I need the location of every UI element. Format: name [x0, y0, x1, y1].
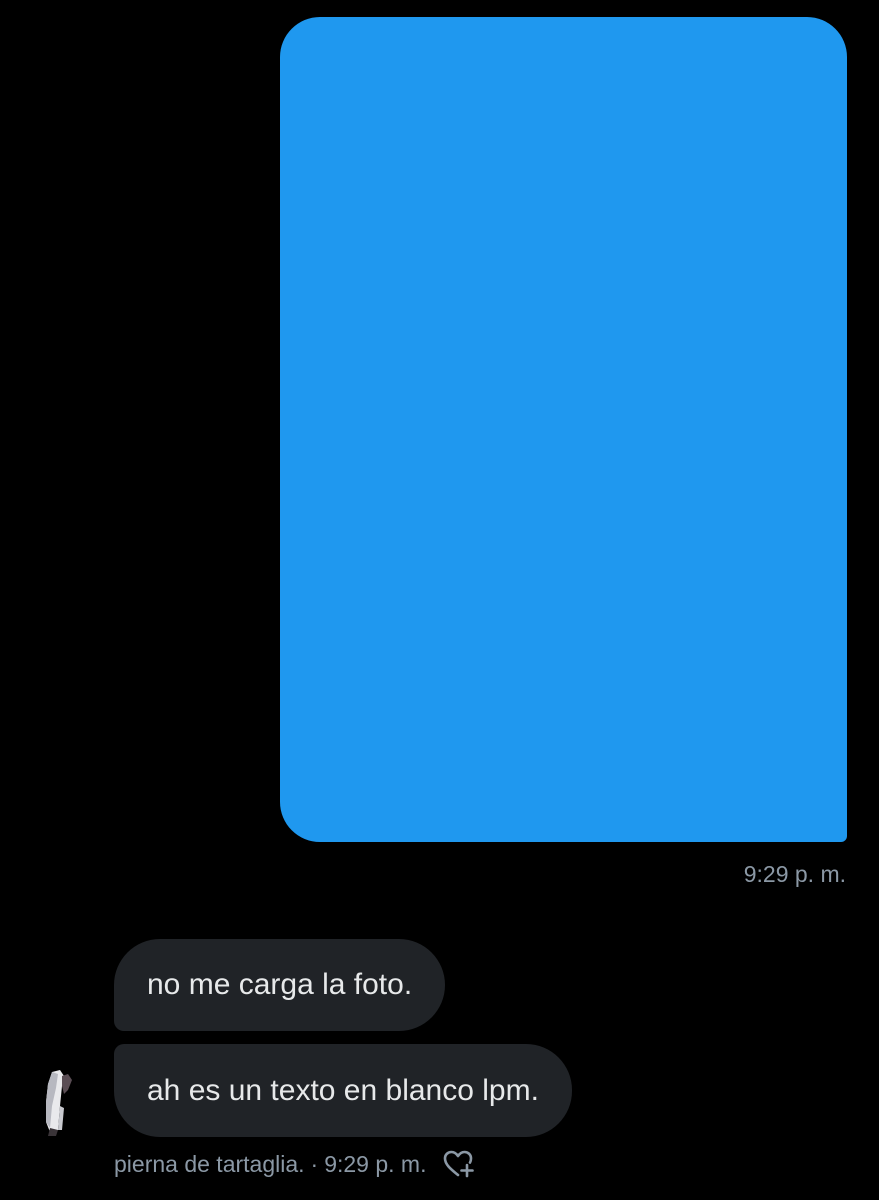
received-message-timestamp: 9:29 p. m.: [324, 1150, 427, 1177]
received-message-bubble[interactable]: ah es un texto en blanco lpm.: [114, 1044, 572, 1137]
avatar-image: [46, 1070, 72, 1136]
meta-separator: ·: [310, 1150, 319, 1177]
heart-plus-icon[interactable]: [442, 1149, 476, 1179]
received-message-text: no me carga la foto.: [147, 968, 413, 1001]
sent-message-timestamp: 9:29 p. m.: [743, 861, 846, 887]
sent-image-message[interactable]: [280, 17, 847, 842]
received-message-meta: pierna de tartaglia. · 9:29 p. m.: [114, 1149, 476, 1179]
avatar[interactable]: [38, 1066, 78, 1138]
sender-name: pierna de tartaglia.: [114, 1150, 305, 1177]
received-message-bubble[interactable]: no me carga la foto.: [114, 939, 446, 1031]
received-message-text: ah es un texto en blanco lpm.: [147, 1073, 539, 1107]
